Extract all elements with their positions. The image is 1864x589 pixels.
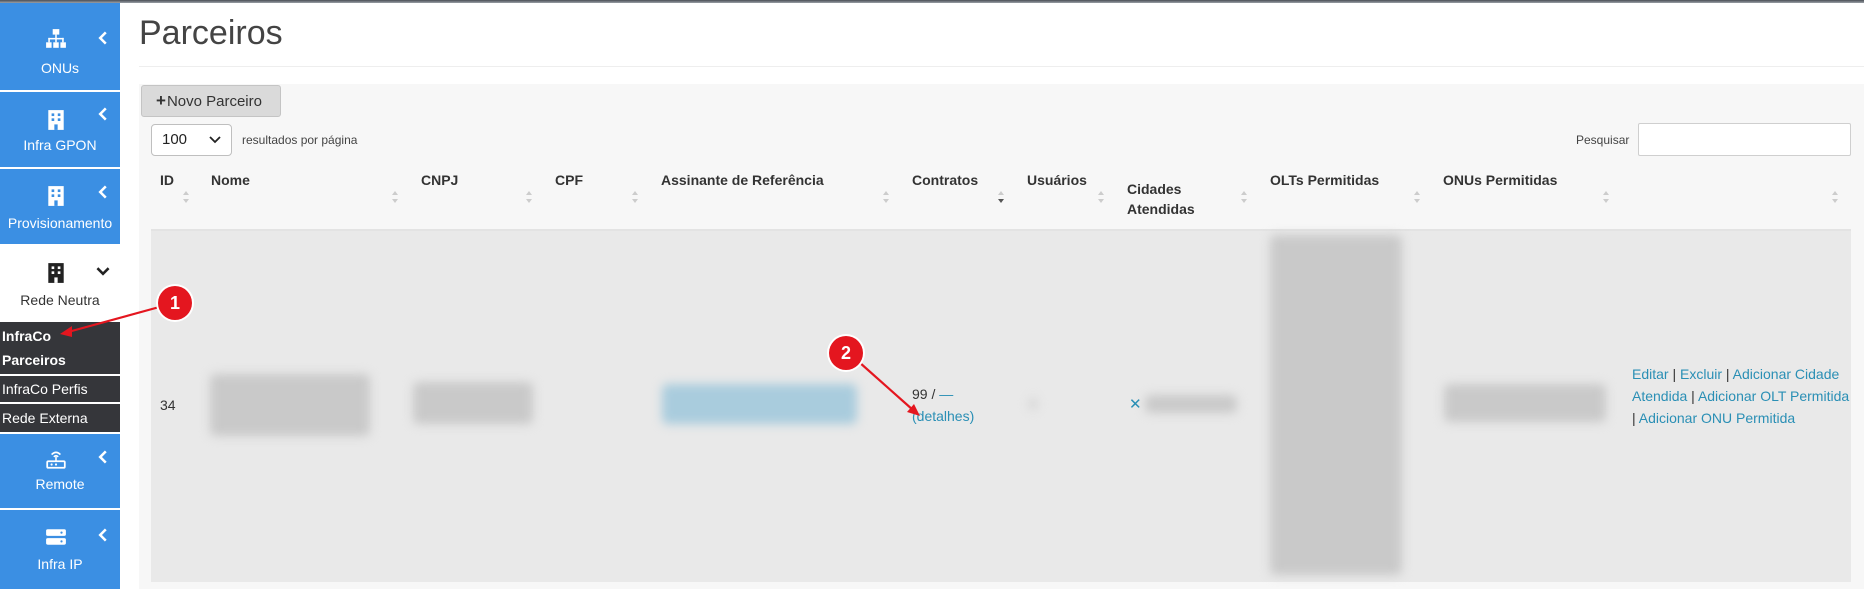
- building-icon: [48, 263, 64, 283]
- redacted-cidade: [1145, 395, 1237, 413]
- sidebar-subitem-label: InfraCo: [2, 328, 51, 344]
- redacted-nome: [210, 374, 370, 436]
- sidebar-item-label: ONUs: [40, 60, 80, 76]
- action-separator: |: [1632, 410, 1639, 426]
- chevron-left-icon: [98, 450, 107, 464]
- sidebar-subitem-infraco-parceiros[interactable]: InfraCo Parceiros: [0, 322, 120, 374]
- excluir-link[interactable]: Excluir: [1680, 366, 1722, 382]
- chevron-down-icon: [96, 267, 110, 276]
- sort-icon[interactable]: [1097, 189, 1105, 205]
- sidebar-item-label: Rede Neutra: [20, 292, 100, 308]
- sort-icon[interactable]: [1413, 189, 1421, 205]
- chevron-left-icon: [98, 528, 107, 542]
- sort-icon[interactable]: [182, 189, 190, 205]
- building-icon: [48, 110, 64, 130]
- sidebar-subitem-label: Parceiros: [2, 352, 66, 368]
- divider: [139, 66, 1864, 67]
- redacted-olts-list: [1270, 235, 1402, 575]
- sort-descending-icon[interactable]: [997, 189, 1005, 205]
- contratos-count: 99 /: [912, 386, 936, 402]
- column-header-contratos[interactable]: Contratos: [912, 170, 978, 190]
- contratos-dash-link[interactable]: —: [939, 386, 953, 402]
- redacted-onus-list: [1444, 384, 1606, 422]
- sidebar-item-infra-gpon[interactable]: Infra GPON: [0, 92, 120, 167]
- cell-contratos: 99 / — (detalhes): [912, 383, 974, 427]
- sidebar-item-label: Provisionamento: [7, 215, 113, 231]
- sidebar: ONUs Infra GPON Provisionamento Rede Neu…: [0, 0, 120, 589]
- column-header-nome[interactable]: Nome: [211, 170, 250, 190]
- page-length-select[interactable]: 100: [151, 124, 232, 156]
- router-icon: [46, 451, 66, 469]
- redacted-usuarios: [1029, 398, 1037, 410]
- sidebar-item-rede-neutra[interactable]: Rede Neutra: [0, 246, 120, 322]
- redacted-cnpj: [413, 382, 533, 424]
- action-separator: |: [1687, 388, 1698, 404]
- annotation-badge-2: 2: [829, 336, 863, 370]
- sort-icon[interactable]: [1240, 189, 1248, 205]
- plus-icon: +: [156, 91, 166, 110]
- sidebar-item-onus[interactable]: ONUs: [0, 3, 120, 90]
- contratos-detalhes-link[interactable]: (detalhes): [912, 408, 974, 424]
- chevron-left-icon: [98, 185, 107, 199]
- adicionar-olt-link[interactable]: Adicionar OLT Permitida: [1698, 388, 1849, 404]
- chevron-left-icon: [98, 31, 107, 45]
- search-input[interactable]: [1638, 123, 1851, 156]
- sort-icon[interactable]: [525, 189, 533, 205]
- column-header-cidades-line2: Atendidas: [1127, 201, 1195, 217]
- sort-icon[interactable]: [391, 189, 399, 205]
- sidebar-item-label: Infra GPON: [23, 137, 97, 153]
- page-length-value: 100: [162, 131, 188, 148]
- row-actions: Editar | Excluir | Adicionar Cidade Aten…: [1632, 363, 1852, 429]
- chevron-left-icon: [98, 107, 107, 121]
- remove-cidade-icon[interactable]: ✕: [1129, 394, 1142, 416]
- sort-icon[interactable]: [882, 189, 890, 205]
- page-length-label: resultados por página: [242, 133, 358, 147]
- column-header-cpf[interactable]: CPF: [555, 170, 583, 190]
- redacted-assinante-link[interactable]: [662, 384, 857, 424]
- action-separator: |: [1668, 366, 1680, 382]
- column-header-usuarios[interactable]: Usuários: [1027, 170, 1087, 190]
- sidebar-subitem-infraco-perfis[interactable]: InfraCo Perfis: [0, 376, 120, 402]
- column-header-olts[interactable]: OLTs Permitidas: [1270, 170, 1379, 190]
- network-icon: [46, 29, 66, 48]
- chevron-down-icon: [209, 136, 221, 144]
- server-icon: [46, 529, 66, 545]
- column-header-id[interactable]: ID: [160, 170, 174, 190]
- column-header-cidades[interactable]: Cidades Atendidas: [1127, 179, 1195, 219]
- new-partner-button[interactable]: +Novo Parceiro: [141, 85, 281, 117]
- top-border: [0, 0, 1864, 3]
- sidebar-item-infra-ip[interactable]: Infra IP: [0, 510, 120, 589]
- action-separator: |: [1722, 366, 1733, 382]
- column-header-cnpj[interactable]: CNPJ: [421, 170, 458, 190]
- sidebar-subitem-label: Rede Externa: [2, 410, 88, 426]
- sort-icon[interactable]: [631, 189, 639, 205]
- new-partner-label: Novo Parceiro: [166, 93, 262, 110]
- editar-link[interactable]: Editar: [1632, 366, 1669, 382]
- search-label: Pesquisar: [1576, 133, 1630, 147]
- sidebar-item-label: Infra IP: [37, 556, 83, 572]
- building-icon: [48, 186, 64, 206]
- cell-id: 34: [160, 397, 176, 413]
- sidebar-item-provisionamento[interactable]: Provisionamento: [0, 169, 120, 244]
- sidebar-subitem-rede-externa[interactable]: Rede Externa: [0, 404, 120, 432]
- sort-icon[interactable]: [1831, 189, 1839, 205]
- column-header-onus[interactable]: ONUs Permitidas: [1443, 170, 1557, 190]
- annotation-badge-1: 1: [158, 286, 192, 320]
- sidebar-item-remote[interactable]: Remote: [0, 434, 120, 508]
- sort-icon[interactable]: [1602, 189, 1610, 205]
- sidebar-item-label: Remote: [35, 476, 85, 492]
- page-title: Parceiros: [139, 14, 283, 52]
- column-header-assinante[interactable]: Assinante de Referência: [661, 170, 824, 190]
- adicionar-onu-link[interactable]: Adicionar ONU Permitida: [1639, 410, 1795, 426]
- column-header-cidades-line1: Cidades: [1127, 181, 1182, 197]
- sidebar-subitem-label: InfraCo Perfis: [2, 381, 88, 397]
